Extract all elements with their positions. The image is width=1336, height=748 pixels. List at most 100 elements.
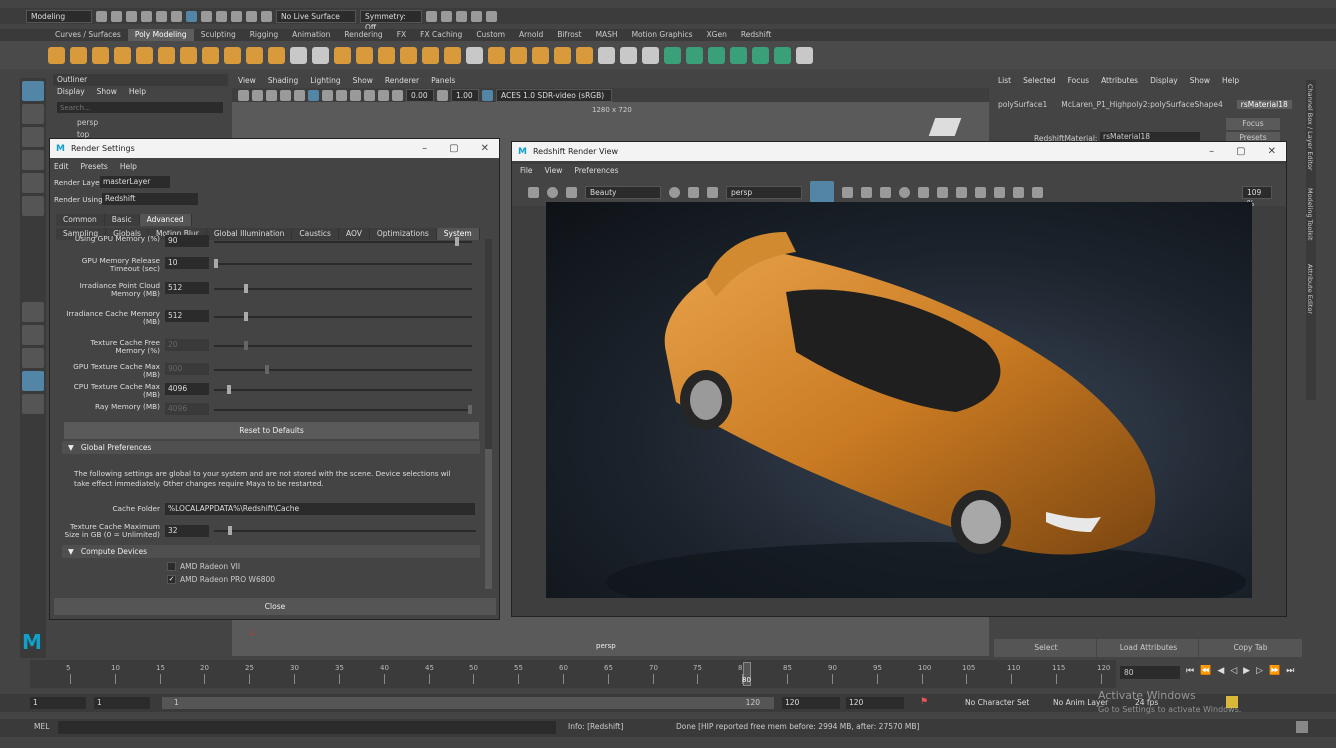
- expand-icon[interactable]: [975, 186, 986, 198]
- cone-icon[interactable]: [114, 46, 131, 64]
- unfold-icon[interactable]: [774, 46, 791, 64]
- render-settings-titlebar[interactable]: M Render Settings – ▢ ✕: [50, 139, 499, 158]
- ae-menu-focus[interactable]: Focus: [1068, 74, 1089, 88]
- minimize-button[interactable]: –: [1209, 146, 1214, 157]
- shelf-tab-animation[interactable]: Animation: [285, 29, 337, 41]
- compute-devices-header[interactable]: ▼ Compute Devices: [62, 545, 480, 558]
- go-to-end-icon[interactable]: ⏭: [1286, 666, 1294, 676]
- color-picker-icon[interactable]: [899, 186, 910, 198]
- chamfer-icon[interactable]: [576, 46, 593, 64]
- region-icon[interactable]: [937, 186, 948, 198]
- field-value[interactable]: 10: [165, 257, 209, 269]
- select-object-icon[interactable]: [186, 10, 197, 22]
- field-slider-handle[interactable]: [455, 237, 459, 246]
- plane-icon[interactable]: [158, 46, 175, 64]
- pause-icon[interactable]: [486, 10, 497, 22]
- new-scene-icon[interactable]: [96, 10, 107, 22]
- shelf-tab-curves[interactable]: Curves / Surfaces: [48, 29, 128, 41]
- ipr-icon[interactable]: [441, 10, 452, 22]
- outliner-item-persp[interactable]: persp: [77, 117, 228, 129]
- texture-cache-max-handle[interactable]: [228, 526, 232, 535]
- rotate-tool-icon[interactable]: [22, 173, 44, 193]
- append-icon[interactable]: [510, 46, 527, 64]
- star-icon[interactable]: [224, 46, 241, 64]
- uv-editor-icon[interactable]: [664, 46, 681, 64]
- select-tool-icon[interactable]: [22, 81, 44, 101]
- shelf-tab-arnold[interactable]: Arnold: [512, 29, 550, 41]
- cube-icon[interactable]: [70, 46, 87, 64]
- field-slider-handle[interactable]: [244, 341, 248, 350]
- subtab-optimizations[interactable]: Optimizations: [369, 228, 437, 240]
- animation-start-field[interactable]: 1: [30, 697, 86, 709]
- render-view-titlebar[interactable]: M Redshift Render View – ▢ ✕: [512, 142, 1286, 161]
- command-input[interactable]: [58, 721, 556, 734]
- shelf-tab-custom[interactable]: Custom: [469, 29, 512, 41]
- step-back-icon[interactable]: ◀: [1217, 666, 1224, 676]
- playback-start-field[interactable]: 1: [94, 697, 150, 709]
- snap-grid-icon[interactable]: [216, 10, 227, 22]
- field-slider-handle[interactable]: [227, 385, 231, 394]
- field-slider[interactable]: [214, 389, 472, 391]
- ae-menu-selected[interactable]: Selected: [1023, 74, 1056, 88]
- field-value[interactable]: 512: [165, 310, 209, 322]
- grid-icon[interactable]: [266, 89, 277, 101]
- fit-icon[interactable]: [956, 186, 967, 198]
- play-forward-icon[interactable]: ▶: [1243, 666, 1250, 676]
- field-slider-handle[interactable]: [468, 405, 472, 414]
- bookmark-icon[interactable]: [252, 89, 263, 101]
- disc-icon[interactable]: [180, 46, 197, 64]
- rv-menu-file[interactable]: File: [520, 164, 533, 178]
- camera-menu[interactable]: persp: [726, 185, 802, 199]
- planar-map-icon[interactable]: [686, 46, 703, 64]
- vp-menu-shading[interactable]: Shading: [268, 74, 298, 88]
- move-tool-icon[interactable]: [22, 150, 44, 170]
- rs-menu-presets[interactable]: Presets: [81, 161, 108, 173]
- ae-menu-list[interactable]: List: [998, 74, 1011, 88]
- close-icon[interactable]: ✕: [481, 143, 489, 154]
- field-slider[interactable]: [214, 409, 472, 411]
- merge-icon[interactable]: [422, 46, 439, 64]
- side-tab-modeling-toolkit[interactable]: Modeling Toolkit: [1306, 188, 1314, 250]
- shelf-tab-fx-caching[interactable]: FX Caching: [413, 29, 469, 41]
- rs-menu-help[interactable]: Help: [120, 161, 137, 173]
- connect-icon[interactable]: [642, 46, 659, 64]
- auto-key-icon[interactable]: ⚑: [920, 697, 928, 707]
- device-checkbox-radeon-vii[interactable]: [167, 562, 176, 571]
- field-value[interactable]: 20: [165, 339, 209, 351]
- field-value[interactable]: 4096: [165, 403, 209, 415]
- shelf-tab-bifrost[interactable]: Bifrost: [550, 29, 588, 41]
- shelf-tab-redshift[interactable]: Redshift: [734, 29, 778, 41]
- shadows-icon[interactable]: [336, 89, 347, 101]
- undo-icon[interactable]: [141, 10, 152, 22]
- grid-overlay-icon[interactable]: [861, 186, 872, 198]
- range-bar[interactable]: 1 120: [162, 697, 774, 709]
- playback-end-field[interactable]: 120: [782, 697, 840, 709]
- ae-tab-material[interactable]: rsMaterial18: [1236, 100, 1292, 109]
- render-using-menu[interactable]: Redshift: [102, 193, 198, 205]
- svg-icon[interactable]: [268, 46, 285, 64]
- snap-surface-icon[interactable]: [261, 10, 272, 22]
- shelf-tab-mash[interactable]: MASH: [589, 29, 625, 41]
- shelf-tab-motion-graphics[interactable]: Motion Graphics: [625, 29, 700, 41]
- texture-cache-max-field[interactable]: 32: [165, 525, 209, 537]
- render-image[interactable]: [546, 202, 1252, 598]
- live-surface-field[interactable]: No Live Surface: [276, 9, 356, 23]
- layout-uv-icon[interactable]: [796, 46, 813, 64]
- lasso-tool-icon[interactable]: [22, 104, 44, 124]
- subtab-global-illumination[interactable]: Global Illumination: [206, 228, 293, 240]
- single-pane-icon[interactable]: [22, 302, 44, 322]
- field-slider[interactable]: [214, 288, 472, 290]
- vp-menu-lighting[interactable]: Lighting: [310, 74, 340, 88]
- exposure-field[interactable]: 0.00: [406, 88, 434, 102]
- zoom-field[interactable]: 109 %: [1242, 185, 1272, 208]
- ae-menu-show[interactable]: Show: [1190, 74, 1210, 88]
- add-snapshot-icon[interactable]: [1013, 186, 1024, 198]
- exposure-icon[interactable]: [392, 89, 403, 101]
- isolate-icon[interactable]: [364, 89, 375, 101]
- field-value[interactable]: 90: [165, 235, 209, 247]
- field-slider[interactable]: [214, 369, 472, 371]
- ao-icon[interactable]: [350, 89, 361, 101]
- smooth-shade-icon[interactable]: [294, 89, 305, 101]
- field-slider-handle[interactable]: [244, 284, 248, 293]
- step-back-key-icon[interactable]: ⏪: [1200, 666, 1211, 676]
